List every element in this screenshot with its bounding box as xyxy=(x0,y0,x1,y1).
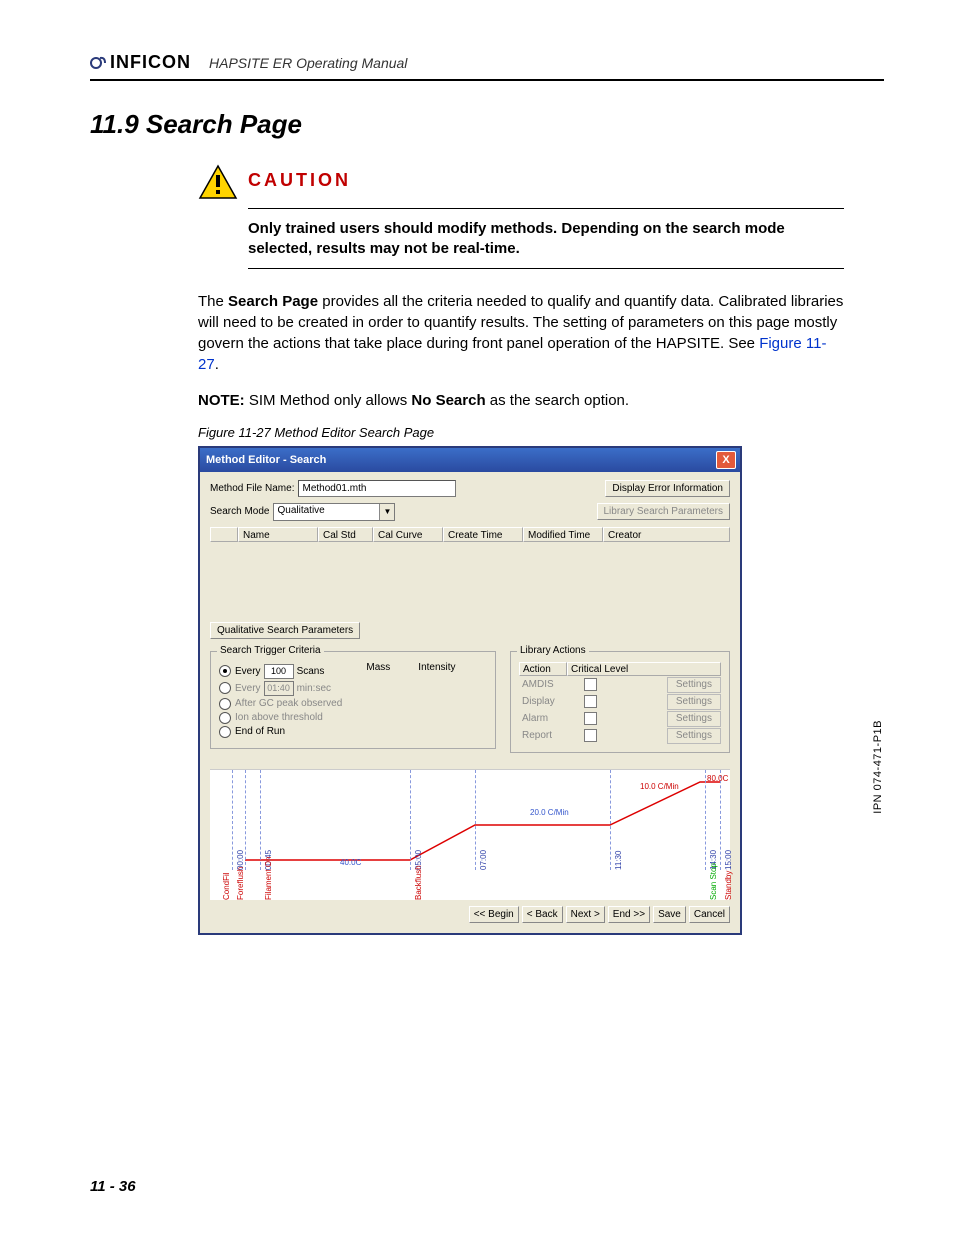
checkbox[interactable] xyxy=(584,695,597,708)
lib-col-action: Action xyxy=(519,662,567,676)
chart-annot-200cmin: 20.0 C/Min xyxy=(530,808,569,817)
note-paragraph: NOTE: SIM Method only allows No Search a… xyxy=(198,390,844,411)
library-search-params-button[interactable]: Library Search Parameters xyxy=(597,503,731,520)
criteria-title: Search Trigger Criteria xyxy=(217,645,324,656)
criteria-end-of-run[interactable]: End of Run xyxy=(219,726,366,738)
brand-logo: INFICON xyxy=(90,52,191,73)
checkbox[interactable] xyxy=(584,712,597,725)
col-modified-time[interactable]: Modified Time xyxy=(523,527,603,542)
library-grid-header: Name Cal Std Cal Curve Create Time Modif… xyxy=(210,527,730,542)
lib-row-display: Display Settings xyxy=(519,694,721,710)
page-number: 11 - 36 xyxy=(90,1178,136,1195)
caution-text: Only trained users should modify methods… xyxy=(248,219,844,260)
criteria-every-scans[interactable]: Every 100 Scans xyxy=(219,664,366,679)
display-error-button[interactable]: Display Error Information xyxy=(605,480,730,497)
method-editor-window: Method Editor - Search X Method File Nam… xyxy=(198,446,742,935)
window-footer-buttons: << Begin < Back Next > End >> Save Cance… xyxy=(210,900,730,925)
search-trigger-criteria-group: Search Trigger Criteria Every 100 Scans xyxy=(210,651,496,749)
settings-button[interactable]: Settings xyxy=(667,711,721,727)
close-icon[interactable]: X xyxy=(716,451,736,469)
time-input: 01:40 xyxy=(264,681,294,696)
radio-icon xyxy=(219,698,231,710)
caution-block: CAUTION Only trained users should modify… xyxy=(198,164,844,269)
scans-input[interactable]: 100 xyxy=(264,664,294,679)
lib-col-critical: Critical Level xyxy=(567,662,721,676)
col-cal-std[interactable]: Cal Std xyxy=(318,527,373,542)
page-header: INFICON HAPSITE ER Operating Manual xyxy=(90,52,884,81)
method-file-input[interactable]: Method01.mth xyxy=(298,480,456,497)
mass-label: Mass xyxy=(366,662,390,673)
manual-title: HAPSITE ER Operating Manual xyxy=(209,55,407,73)
end-button[interactable]: End >> xyxy=(608,906,650,923)
event-foreflush: Foreflush xyxy=(236,866,245,899)
chart-annot-40c: 40.0C xyxy=(340,858,361,867)
settings-button[interactable]: Settings xyxy=(667,694,721,710)
criteria-after-gc-peak[interactable]: After GC peak observed xyxy=(219,698,366,710)
search-mode-dropdown[interactable]: Qualitative ▼ xyxy=(273,503,395,521)
method-file-label: Method File Name: xyxy=(210,483,294,494)
cancel-button[interactable]: Cancel xyxy=(689,906,730,923)
chart-annot-80c: 80.0C xyxy=(707,774,728,783)
lib-row-amdis: AMDIS Settings xyxy=(519,677,721,693)
brand-name: INFICON xyxy=(110,52,191,73)
back-button[interactable]: < Back xyxy=(522,906,563,923)
library-grid-body xyxy=(210,542,730,622)
checkbox[interactable] xyxy=(584,729,597,742)
section-title: 11.9 Search Page xyxy=(90,109,884,140)
chevron-down-icon: ▼ xyxy=(379,504,394,520)
temperature-chart: 40.0C 20.0 C/Min 10.0 C/Min 80.0C 00:00 … xyxy=(210,769,730,900)
criteria-ion-above-threshold[interactable]: Ion above threshold xyxy=(219,712,366,724)
radio-icon xyxy=(219,665,231,677)
search-mode-label: Search Mode xyxy=(210,506,269,517)
logo-icon xyxy=(90,55,106,71)
intensity-label: Intensity xyxy=(418,662,455,673)
lib-row-report: Report Settings xyxy=(519,728,721,744)
radio-icon xyxy=(219,726,231,738)
window-title: Method Editor - Search xyxy=(206,454,326,466)
settings-button[interactable]: Settings xyxy=(667,728,721,744)
event-filament-on: Filament On xyxy=(264,856,273,900)
ipn-code: IPN 074-471-P1B xyxy=(872,720,884,814)
search-mode-value: Qualitative xyxy=(274,504,379,520)
library-actions-title: Library Actions xyxy=(517,645,589,656)
caution-rule-bottom xyxy=(248,268,844,269)
caution-rule-top xyxy=(248,208,844,209)
col-create-time[interactable]: Create Time xyxy=(443,527,523,542)
col-creator[interactable]: Creator xyxy=(603,527,730,542)
col-cal-curve[interactable]: Cal Curve xyxy=(373,527,443,542)
lib-row-alarm: Alarm Settings xyxy=(519,711,721,727)
event-backflush: Backflush xyxy=(414,865,423,900)
figure-caption: Figure 11-27 Method Editor Search Page xyxy=(198,425,884,440)
event-condfil: CondFil xyxy=(222,872,231,900)
window-titlebar: Method Editor - Search X xyxy=(200,448,740,472)
chart-annot-100cmin: 10.0 C/Min xyxy=(640,782,679,791)
next-button[interactable]: Next > xyxy=(566,906,605,923)
caution-heading: CAUTION xyxy=(248,170,351,191)
library-actions-group: Library Actions Action Critical Level AM… xyxy=(510,651,730,753)
event-scan-stop: Scan Stop xyxy=(709,863,718,900)
event-standby: Standby xyxy=(724,870,733,899)
radio-icon xyxy=(219,682,231,694)
begin-button[interactable]: << Begin xyxy=(469,906,519,923)
save-button[interactable]: Save xyxy=(653,906,686,923)
body-paragraph-1: The Search Page provides all the criteri… xyxy=(198,291,844,375)
warning-icon xyxy=(198,164,238,200)
checkbox[interactable] xyxy=(584,678,597,691)
qualitative-search-params-button[interactable]: Qualitative Search Parameters xyxy=(210,622,360,639)
col-name[interactable]: Name xyxy=(238,527,318,542)
settings-button[interactable]: Settings xyxy=(667,677,721,693)
criteria-every-time[interactable]: Every 01:40 min:sec xyxy=(219,681,366,696)
radio-icon xyxy=(219,712,231,724)
